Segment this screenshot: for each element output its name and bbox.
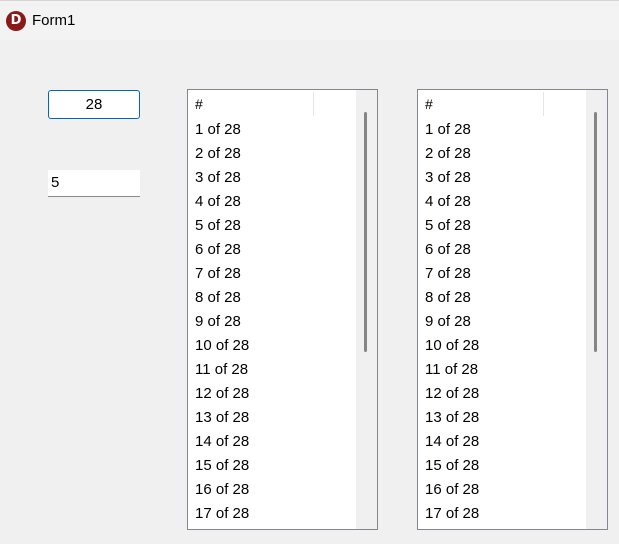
header-divider	[543, 92, 544, 116]
listbox-header[interactable]: #	[418, 90, 586, 118]
list-item[interactable]: 14 of 28	[188, 430, 356, 454]
title-bar[interactable]: D Form1	[0, 0, 619, 40]
list-item[interactable]: 17 of 28	[418, 502, 586, 526]
window-title: Form1	[32, 12, 76, 29]
scrollbar-thumb[interactable]	[594, 112, 597, 352]
list-item[interactable]: 8 of 28	[188, 286, 356, 310]
list-item[interactable]: 7 of 28	[188, 262, 356, 286]
list-item[interactable]: 16 of 28	[418, 478, 586, 502]
vertical-scrollbar[interactable]	[356, 90, 377, 529]
list-item[interactable]: 1 of 28	[188, 118, 356, 142]
list-item[interactable]: 12 of 28	[418, 382, 586, 406]
number-edit-top[interactable]: 28	[48, 90, 140, 119]
header-divider	[313, 92, 314, 116]
column-header-number[interactable]: #	[195, 96, 203, 112]
list-item[interactable]: 5 of 28	[418, 214, 586, 238]
listbox-rows: 1 of 28 2 of 28 3 of 28 4 of 28 5 of 28 …	[418, 118, 586, 526]
list-item[interactable]: 4 of 28	[418, 190, 586, 214]
list-item[interactable]: 6 of 28	[188, 238, 356, 262]
list-item[interactable]: 10 of 28	[418, 334, 586, 358]
listbox-rows: 1 of 28 2 of 28 3 of 28 4 of 28 5 of 28 …	[188, 118, 356, 526]
delphi-logo-icon: D	[6, 11, 26, 31]
list-item[interactable]: 12 of 28	[188, 382, 356, 406]
list-item[interactable]: 11 of 28	[418, 358, 586, 382]
list-item[interactable]: 11 of 28	[188, 358, 356, 382]
list-item[interactable]: 14 of 28	[418, 430, 586, 454]
vertical-scrollbar[interactable]	[586, 90, 607, 529]
list-item[interactable]: 15 of 28	[188, 454, 356, 478]
list-item[interactable]: 13 of 28	[418, 406, 586, 430]
list-item[interactable]: 7 of 28	[418, 262, 586, 286]
list-item[interactable]: 4 of 28	[188, 190, 356, 214]
list-item[interactable]: 3 of 28	[418, 166, 586, 190]
form-window: D Form1 28 5 # 1 of 28 2 of 28 3 of 28 4…	[0, 0, 619, 544]
column-header-number[interactable]: #	[425, 96, 433, 112]
list-item[interactable]: 2 of 28	[418, 142, 586, 166]
list-item[interactable]: 8 of 28	[418, 286, 586, 310]
list-item[interactable]: 16 of 28	[188, 478, 356, 502]
listbox-header[interactable]: #	[188, 90, 356, 118]
list-item[interactable]: 9 of 28	[188, 310, 356, 334]
list-item[interactable]: 10 of 28	[188, 334, 356, 358]
list-item[interactable]: 13 of 28	[188, 406, 356, 430]
list-item[interactable]: 1 of 28	[418, 118, 586, 142]
list-item[interactable]: 17 of 28	[188, 502, 356, 526]
list-item[interactable]: 5 of 28	[188, 214, 356, 238]
listbox-left[interactable]: # 1 of 28 2 of 28 3 of 28 4 of 28 5 of 2…	[187, 89, 378, 530]
list-item[interactable]: 6 of 28	[418, 238, 586, 262]
scrollbar-thumb[interactable]	[364, 112, 367, 352]
list-item[interactable]: 2 of 28	[188, 142, 356, 166]
list-item[interactable]: 15 of 28	[418, 454, 586, 478]
number-edit-bottom[interactable]: 5	[48, 170, 140, 197]
list-item[interactable]: 9 of 28	[418, 310, 586, 334]
list-item[interactable]: 3 of 28	[188, 166, 356, 190]
listbox-right[interactable]: # 1 of 28 2 of 28 3 of 28 4 of 28 5 of 2…	[417, 89, 608, 530]
